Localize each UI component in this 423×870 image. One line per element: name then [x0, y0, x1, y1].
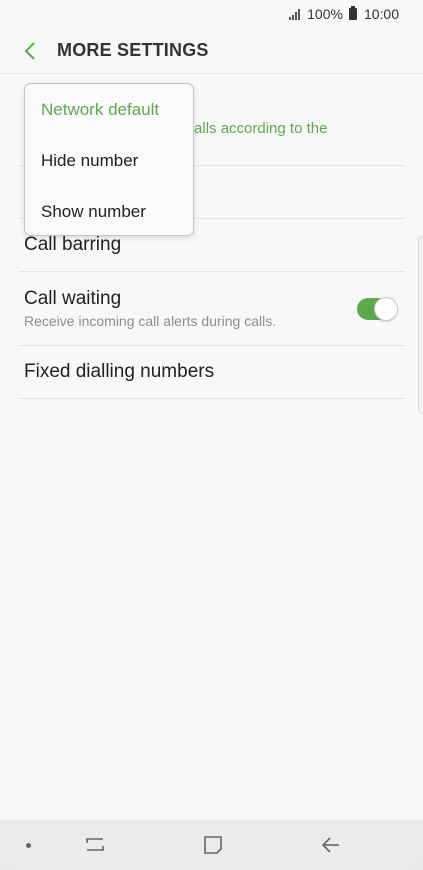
option-network-default[interactable]: Network default [25, 84, 193, 135]
battery-percent: 100% [307, 6, 343, 22]
battery-icon [348, 6, 357, 20]
home-icon[interactable] [198, 832, 228, 858]
call-waiting-toggle[interactable] [357, 297, 398, 321]
screen: 100% 10:00 MORE SETTINGS ping calls acco… [0, 0, 423, 870]
fixed-dialling-title: Fixed dialling numbers [24, 361, 215, 382]
back-nav-icon[interactable] [316, 832, 346, 858]
option-show-number[interactable]: Show number [25, 186, 193, 237]
back-arrow-icon[interactable] [10, 31, 50, 71]
app-header: MORE SETTINGS [0, 28, 423, 74]
nav-dot-icon[interactable] [26, 843, 31, 848]
call-barring-title: Call barring [24, 234, 122, 255]
signal-icon [289, 8, 301, 20]
clock: 10:00 [363, 6, 399, 22]
toggle-knob [374, 297, 398, 321]
recents-icon[interactable] [80, 832, 110, 858]
option-hide-number[interactable]: Hide number [25, 135, 193, 186]
scrollbar[interactable] [418, 236, 423, 414]
caller-id-dropdown: Network default Hide number Show number [24, 83, 194, 236]
page-title: MORE SETTINGS [57, 40, 209, 60]
status-bar: 100% 10:00 [0, 0, 423, 28]
call-waiting-subtitle: Receive incoming call alerts during call… [24, 313, 277, 329]
list-item-fixed-dialling[interactable]: Fixed dialling numbers [18, 346, 405, 399]
list-item-call-waiting[interactable]: Call waiting Receive incoming call alert… [18, 272, 405, 346]
call-waiting-title: Call waiting [24, 288, 122, 309]
navigation-bar [0, 820, 423, 870]
